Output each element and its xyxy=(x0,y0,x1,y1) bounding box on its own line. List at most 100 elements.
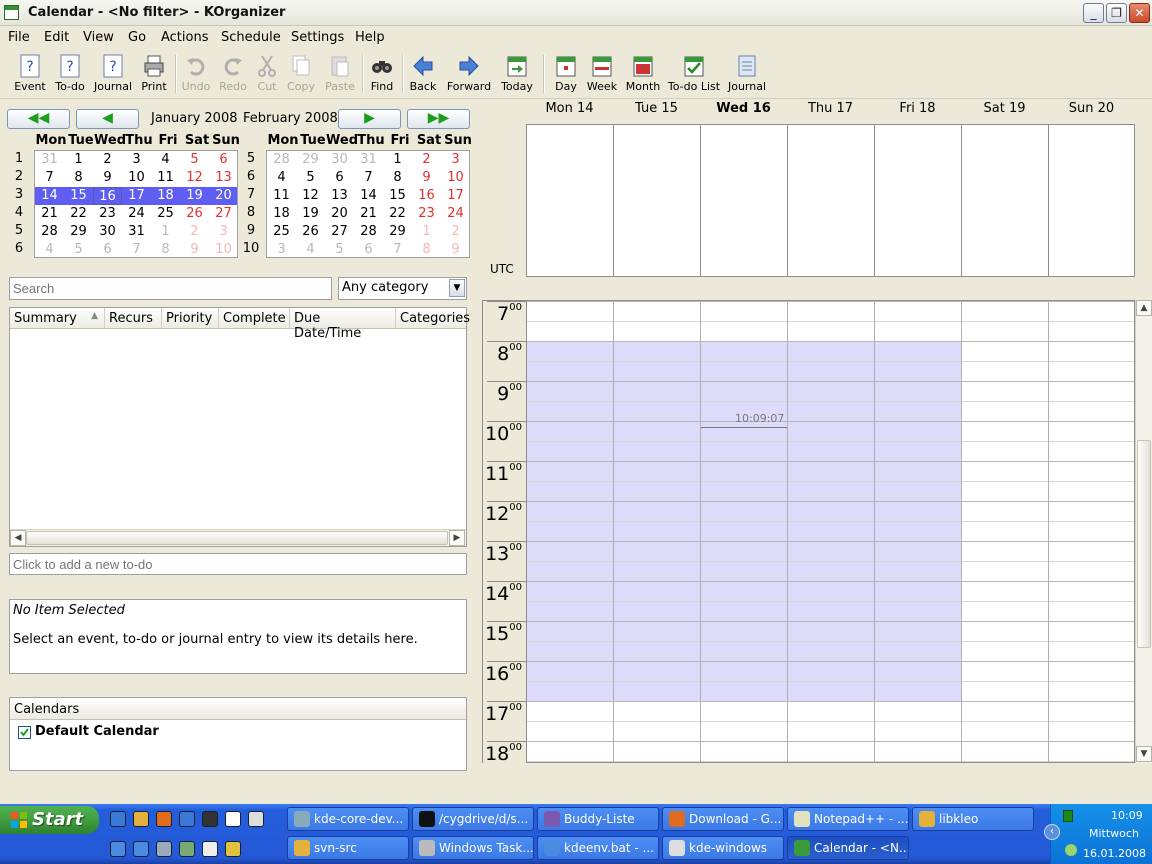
calendar-day[interactable]: 21 xyxy=(35,205,64,223)
calendar-day[interactable]: 22 xyxy=(64,205,93,223)
week-number[interactable]: 10 xyxy=(241,241,261,256)
quick-launch-kde-icon[interactable] xyxy=(110,841,126,857)
add-todo-input[interactable] xyxy=(9,553,467,575)
calendar-day[interactable]: 6 xyxy=(354,241,383,259)
day-header[interactable]: Thu 17 xyxy=(787,101,874,119)
calendar-day[interactable]: 10 xyxy=(209,241,238,259)
calendar-day[interactable]: 7 xyxy=(122,241,151,259)
all-day-area[interactable] xyxy=(526,124,1135,277)
calendar-day[interactable]: 26 xyxy=(180,205,209,223)
calendar-day[interactable]: 7 xyxy=(35,169,64,187)
calendar-day[interactable]: 31 xyxy=(122,223,151,241)
month-label-january[interactable]: January 2008 xyxy=(151,111,238,126)
column-summary[interactable]: Summary ▲ xyxy=(10,308,105,329)
quick-launch-pen-icon[interactable] xyxy=(225,841,241,857)
back-button[interactable]: Back xyxy=(407,49,439,97)
day-view-button[interactable]: Day xyxy=(551,49,581,97)
clock-time[interactable]: 10:09 xyxy=(1111,809,1143,822)
week-number[interactable]: 6 xyxy=(9,241,29,256)
todo-list[interactable]: Summary ▲ Recurs Priority Complete Due D… xyxy=(9,307,470,547)
week-number[interactable]: 9 xyxy=(241,223,261,238)
week-number[interactable]: 7 xyxy=(241,187,261,202)
calendar-day[interactable]: 9 xyxy=(441,241,470,259)
menu-settings[interactable]: Settings xyxy=(291,30,344,45)
calendar-day[interactable]: 19 xyxy=(180,187,209,205)
agenda-grid[interactable]: 10:09:07 xyxy=(526,300,1135,763)
week-view-button[interactable]: Week xyxy=(585,49,619,97)
calendar-day[interactable]: 2 xyxy=(412,151,441,169)
menu-go[interactable]: Go xyxy=(128,30,146,45)
scroll-left-icon[interactable]: ◀ xyxy=(10,530,26,546)
calendar-day[interactable]: 14 xyxy=(354,187,383,205)
calendar-day[interactable]: 3 xyxy=(441,151,470,169)
calendar-day[interactable]: 29 xyxy=(383,223,412,241)
quick-launch-k-icon[interactable] xyxy=(133,841,149,857)
calendar-day[interactable]: 31 xyxy=(35,151,64,169)
quick-launch-browser-icon[interactable] xyxy=(179,811,195,827)
calendar-day[interactable]: 1 xyxy=(151,223,180,241)
column-priority[interactable]: Priority xyxy=(162,308,219,329)
calendar-day[interactable]: 7 xyxy=(383,241,412,259)
previous-year-button[interactable]: ◀◀ xyxy=(7,109,70,129)
calendar-day[interactable]: 4 xyxy=(267,169,296,187)
day-header[interactable]: Mon 14 xyxy=(526,101,613,119)
calendar-day[interactable]: 30 xyxy=(93,223,122,241)
vertical-scrollbar[interactable]: ▲ ▼ xyxy=(1135,300,1152,763)
journal-view-button[interactable]: Journal xyxy=(727,49,767,97)
calendar-day[interactable]: 23 xyxy=(412,205,441,223)
cut-button[interactable]: Cut xyxy=(253,49,281,97)
week-number[interactable]: 3 xyxy=(9,187,29,202)
calendar-day[interactable]: 8 xyxy=(383,169,412,187)
calendar-day[interactable]: 16 xyxy=(93,187,122,205)
default-calendar-checkbox[interactable] xyxy=(18,726,31,739)
calendar-day[interactable]: 1 xyxy=(412,223,441,241)
calendar-day[interactable]: 10 xyxy=(441,169,470,187)
previous-month-button[interactable]: ◀ xyxy=(76,109,139,129)
calendar-day[interactable]: 12 xyxy=(296,187,325,205)
print-button[interactable]: Print xyxy=(137,49,171,97)
paste-button[interactable]: Paste xyxy=(322,49,358,97)
calendar-day[interactable]: 4 xyxy=(296,241,325,259)
calendar-day[interactable]: 2 xyxy=(93,151,122,169)
menu-view[interactable]: View xyxy=(83,30,114,45)
taskbar-button[interactable]: Buddy-Liste xyxy=(537,807,659,831)
calendar-day[interactable]: 16 xyxy=(412,187,441,205)
network-icon[interactable] xyxy=(1065,844,1077,856)
calendar-day[interactable]: 25 xyxy=(151,205,180,223)
calendar-day[interactable]: 4 xyxy=(151,151,180,169)
day-header[interactable]: Tue 15 xyxy=(613,101,700,119)
taskbar-button[interactable]: libkleo xyxy=(912,807,1034,831)
calendar-day[interactable]: 26 xyxy=(296,223,325,241)
quick-launch-firefox-icon[interactable] xyxy=(156,811,172,827)
calendar-day[interactable]: 13 xyxy=(209,169,238,187)
search-input[interactable] xyxy=(9,277,332,300)
calendar-day[interactable]: 29 xyxy=(64,223,93,241)
calendar-day[interactable]: 25 xyxy=(267,223,296,241)
calendar-day[interactable]: 24 xyxy=(122,205,151,223)
taskbar-button[interactable]: Calendar - <N... xyxy=(787,836,909,860)
calendar-day[interactable]: 28 xyxy=(267,151,296,169)
calendar-day[interactable]: 4 xyxy=(35,241,64,259)
day-header[interactable]: Sun 20 xyxy=(1048,101,1135,119)
todo-list-view-button[interactable]: To-do List xyxy=(667,49,721,97)
maximize-button[interactable]: ❐ xyxy=(1106,3,1127,23)
calendar-day[interactable]: 6 xyxy=(209,151,238,169)
next-year-button[interactable]: ▶▶ xyxy=(407,109,470,129)
calendar-day[interactable]: 11 xyxy=(151,169,180,187)
taskbar-button[interactable]: kdeenv.bat - ... xyxy=(537,836,659,860)
new-event-button[interactable]: ? Event xyxy=(12,49,48,97)
calendar-day[interactable]: 20 xyxy=(209,187,238,205)
calendar-day[interactable]: 27 xyxy=(325,223,354,241)
undo-button[interactable]: Undo xyxy=(180,49,212,97)
column-due-date[interactable]: Due Date/Time xyxy=(290,308,396,341)
menu-edit[interactable]: Edit xyxy=(44,30,69,45)
taskbar-button[interactable]: Notepad++ - ... xyxy=(787,807,909,831)
calendar-day[interactable]: 14 xyxy=(35,187,64,205)
calendar-day[interactable]: 15 xyxy=(383,187,412,205)
quick-launch-music-icon[interactable] xyxy=(202,841,218,857)
scroll-up-icon[interactable]: ▲ xyxy=(1136,300,1152,316)
quick-launch-notepad-icon[interactable] xyxy=(156,841,172,857)
calendar-day[interactable]: 20 xyxy=(325,205,354,223)
day-header[interactable]: Sat 19 xyxy=(961,101,1048,119)
calendar-day[interactable]: 23 xyxy=(93,205,122,223)
